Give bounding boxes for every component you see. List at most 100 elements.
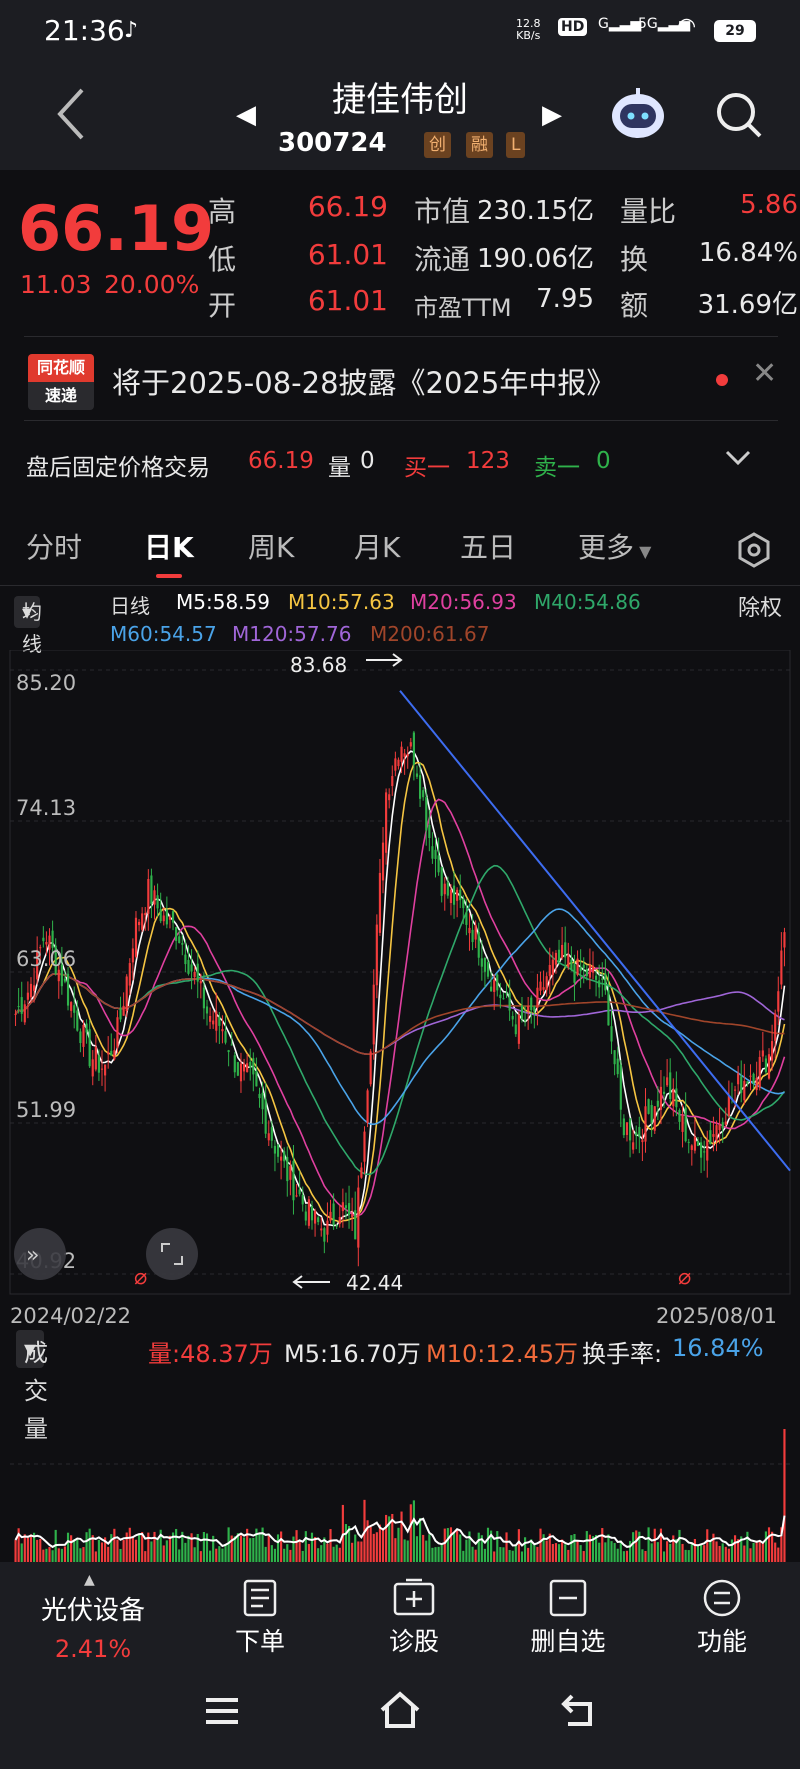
volume-bar bbox=[415, 1536, 419, 1562]
volume-bar bbox=[116, 1539, 119, 1562]
volume-bar bbox=[687, 1550, 690, 1562]
volume-bar bbox=[517, 1529, 520, 1562]
robot-assistant-icon[interactable] bbox=[610, 88, 666, 140]
volume-bar bbox=[743, 1545, 746, 1562]
candle-body bbox=[659, 1086, 663, 1110]
candle-body bbox=[181, 943, 184, 945]
sell1-label: 卖一 bbox=[534, 455, 580, 481]
candle-body bbox=[175, 926, 178, 941]
next-stock-icon[interactable]: ▶ bbox=[542, 100, 562, 130]
candle-body bbox=[91, 1059, 94, 1077]
caret-up-icon[interactable]: ▲ bbox=[84, 1572, 95, 1588]
bottom-action-bar: ▲ 光伏设备 2.41% 下单 诊股 删自选 功能 bbox=[0, 1562, 800, 1666]
candle-body bbox=[381, 842, 385, 881]
candle-body bbox=[625, 1122, 629, 1135]
back-icon[interactable] bbox=[52, 84, 92, 144]
ex-dividend-marker-icon[interactable]: ⌀ bbox=[134, 1265, 147, 1290]
volume-bar bbox=[511, 1550, 514, 1562]
candle-body bbox=[607, 990, 610, 1026]
sector-pct: 2.41% bbox=[54, 1635, 132, 1663]
candle-body bbox=[141, 913, 144, 930]
function-button[interactable]: 功能 bbox=[672, 1578, 772, 1658]
chevron-down-icon[interactable] bbox=[724, 448, 752, 468]
tab-intraday[interactable]: 分时 bbox=[26, 526, 82, 566]
after-hours-vol-label: 量 bbox=[328, 455, 351, 481]
remove-watchlist-button[interactable]: 删自选 bbox=[518, 1578, 618, 1658]
candle-body bbox=[116, 1017, 119, 1048]
tab-daily-k[interactable]: 日K bbox=[144, 526, 194, 566]
tab-more[interactable]: 更多 ▼ bbox=[578, 526, 651, 566]
expand-arrows-icon[interactable]: » bbox=[14, 1228, 66, 1280]
diagnose-button[interactable]: 诊股 bbox=[364, 1578, 464, 1658]
tab-monthly-k[interactable]: 月K bbox=[354, 526, 400, 566]
candle-body bbox=[638, 1126, 641, 1138]
candle-body bbox=[159, 909, 162, 922]
candle-body bbox=[752, 1073, 755, 1084]
order-doc-icon bbox=[243, 1579, 277, 1617]
kline-chart[interactable]: 85.2074.1363.0651.9940.92 83.68 42.44 » … bbox=[0, 650, 800, 1300]
candle-body bbox=[85, 1023, 88, 1033]
volume-bar bbox=[165, 1540, 168, 1562]
volume-bar bbox=[381, 1529, 385, 1562]
tab-five-day[interactable]: 五日 bbox=[460, 526, 516, 566]
volume-bar bbox=[474, 1549, 477, 1562]
notice-banner[interactable]: 同花顺 速递 将于2025-08-28披露《2025年中报》 ✕ bbox=[0, 340, 800, 424]
volume-bar bbox=[564, 1544, 567, 1562]
candle-body bbox=[666, 1077, 669, 1086]
ex-dividend-marker-icon[interactable]: ⌀ bbox=[678, 1265, 691, 1290]
volume-bar bbox=[224, 1544, 227, 1562]
candle-body bbox=[502, 998, 505, 1000]
candle-body bbox=[496, 974, 499, 991]
volume-bar bbox=[23, 1534, 26, 1562]
value-high: 66.19 bbox=[307, 190, 388, 223]
candle-body bbox=[14, 1014, 17, 1016]
home-icon[interactable] bbox=[378, 1690, 422, 1730]
volume-chart[interactable] bbox=[0, 1374, 800, 1564]
menu-icon[interactable] bbox=[204, 1696, 240, 1726]
candle-body bbox=[29, 983, 33, 998]
volume-bar bbox=[122, 1540, 125, 1562]
candle-body bbox=[727, 1095, 730, 1116]
sector-button[interactable]: 光伏设备 2.41% bbox=[28, 1590, 158, 1663]
candle-body bbox=[221, 1029, 224, 1032]
volume-bar bbox=[767, 1527, 771, 1562]
prev-stock-icon[interactable]: ◀ bbox=[236, 100, 256, 130]
tab-weekly-k[interactable]: 周K bbox=[248, 526, 294, 566]
volume-bar bbox=[131, 1536, 134, 1562]
search-icon[interactable] bbox=[714, 90, 764, 140]
ma-lines bbox=[14, 750, 786, 1227]
volume-bar bbox=[36, 1539, 39, 1562]
volume-bar bbox=[576, 1540, 579, 1562]
notice-text[interactable]: 将于2025-08-28披露《2025年中报》 bbox=[112, 360, 615, 402]
volume-bar bbox=[406, 1540, 409, 1562]
fullscreen-icon[interactable] bbox=[146, 1228, 198, 1280]
volume-bar bbox=[428, 1534, 431, 1562]
candle-body bbox=[570, 959, 573, 970]
close-icon[interactable]: ✕ bbox=[752, 356, 777, 391]
candle-body bbox=[783, 932, 786, 948]
back-nav-icon[interactable] bbox=[560, 1692, 598, 1728]
candle-body bbox=[601, 978, 604, 980]
volume-bar bbox=[369, 1526, 372, 1562]
candle-body bbox=[767, 1054, 771, 1079]
volume-bar bbox=[505, 1532, 508, 1562]
ma-selector[interactable]: 均线 ▾ bbox=[14, 596, 42, 656]
candle-body bbox=[258, 1093, 261, 1099]
volume-bar bbox=[252, 1537, 255, 1562]
candle-body bbox=[190, 964, 193, 972]
candle-body bbox=[205, 1006, 209, 1014]
volume-bar bbox=[502, 1547, 505, 1562]
after-hours-trading[interactable]: 盘后固定价格交易 66.19 量 0 买一 123 卖一 0 bbox=[0, 424, 800, 496]
candle-body bbox=[26, 992, 29, 1000]
candle-body bbox=[474, 925, 477, 940]
order-button[interactable]: 下单 bbox=[210, 1578, 310, 1658]
ex-rights-toggle[interactable]: 除权 bbox=[738, 590, 782, 622]
candle-body bbox=[582, 964, 585, 969]
volume-selector[interactable]: 成交量 ▾ bbox=[16, 1330, 48, 1443]
candle-body bbox=[687, 1141, 690, 1143]
candle-body bbox=[758, 1056, 761, 1088]
candle-body bbox=[403, 753, 406, 757]
volume-bar bbox=[567, 1549, 570, 1562]
candle-body bbox=[561, 944, 564, 959]
settings-hexagon-icon[interactable] bbox=[736, 532, 772, 568]
